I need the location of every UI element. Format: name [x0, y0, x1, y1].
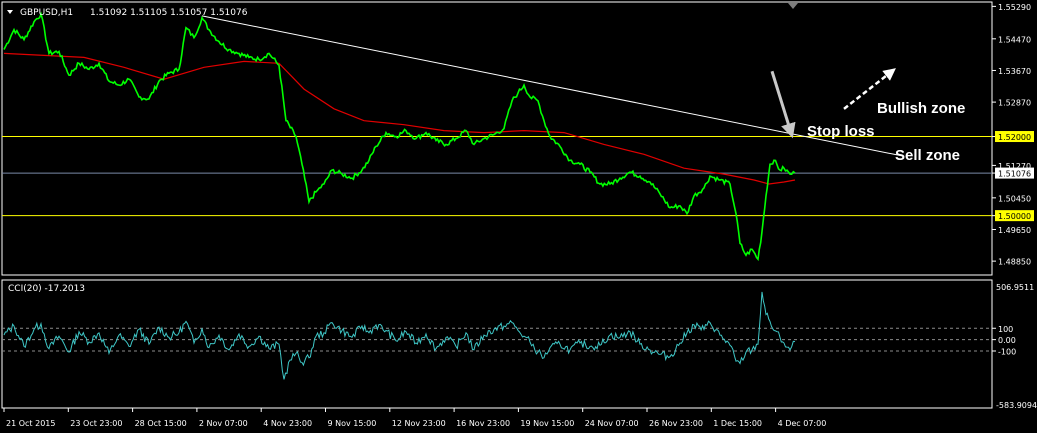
symbol-label: GBPUSD,H1 — [20, 8, 73, 18]
cci-axis: 100 0.00 -100 506.9511 -583.9094 — [992, 283, 1037, 410]
stop-loss-arrow — [770, 70, 796, 139]
time-tick-label: 19 Nov 15:00 — [520, 419, 574, 428]
stop-loss-label: Stop loss — [807, 123, 875, 140]
cci-tick-label: 100 — [998, 325, 1013, 334]
time-tick-label: 23 Oct 23:00 — [70, 419, 122, 428]
triangle-down-icon[interactable] — [7, 10, 13, 14]
chart-shift-marker[interactable] — [788, 3, 798, 9]
cci-max-label: 506.9511 — [996, 283, 1034, 292]
cci-tick-label: 0.00 — [998, 336, 1016, 345]
time-tick-label: 1 Dec 15:00 — [713, 419, 762, 428]
time-tick-label: 21 Oct 2015 — [6, 419, 55, 428]
time-tick-label: 2 Nov 07:00 — [199, 419, 248, 428]
time-tick-label: 28 Oct 15:00 — [135, 419, 187, 428]
time-tick-label: 12 Nov 23:00 — [392, 419, 446, 428]
price-tick-label: 1.52000 — [998, 133, 1031, 142]
time-tick-label: 9 Nov 15:00 — [328, 419, 377, 428]
chart-canvas: 1.552901.544701.536701.528701.520001.512… — [1, 1, 1037, 428]
price-tick-label: 1.48850 — [998, 258, 1031, 267]
cci-line — [3, 291, 796, 380]
cci-label: CCI(20) -17.2013 — [8, 284, 85, 294]
time-tick-label: 16 Nov 23:00 — [456, 419, 510, 428]
price-tick-label: 1.52870 — [998, 99, 1031, 108]
cci-panel-frame — [1, 279, 993, 409]
price-tick-label: 1.51076 — [998, 170, 1031, 179]
sell-zone-label: Sell zone — [895, 147, 960, 164]
price-tick-label: 1.53670 — [998, 67, 1031, 76]
price-tick-label: 1.55290 — [998, 3, 1031, 12]
time-tick-label: 4 Nov 23:00 — [263, 419, 312, 428]
cci-tick-label: -100 — [998, 347, 1016, 356]
cci-plot-area[interactable] — [2, 291, 992, 380]
price-tick-label: 1.49650 — [998, 226, 1031, 235]
time-tick-label: 4 Dec 07:00 — [778, 419, 827, 428]
price-tick-label: 1.50000 — [998, 212, 1031, 221]
price-tick-label: 1.54470 — [998, 35, 1031, 44]
time-tick-label: 26 Nov 23:00 — [649, 419, 703, 428]
trendline — [201, 15, 905, 157]
price-tick-label: 1.50450 — [998, 194, 1031, 203]
cci-min-label: -583.9094 — [996, 401, 1037, 410]
moving-average-line — [3, 52, 796, 185]
bullish-zone-label: Bullish zone — [877, 100, 965, 117]
quote-label: 1.51092 1.51105 1.51057 1.51076 — [90, 8, 248, 18]
time-tick-label: 24 Nov 07:00 — [585, 419, 639, 428]
price-axis: 1.552901.544701.536701.528701.520001.512… — [992, 3, 1034, 267]
time-axis: 21 Oct 2015 23 Oct 23:00 28 Oct 15:00 2 Nov… — [3, 408, 827, 428]
